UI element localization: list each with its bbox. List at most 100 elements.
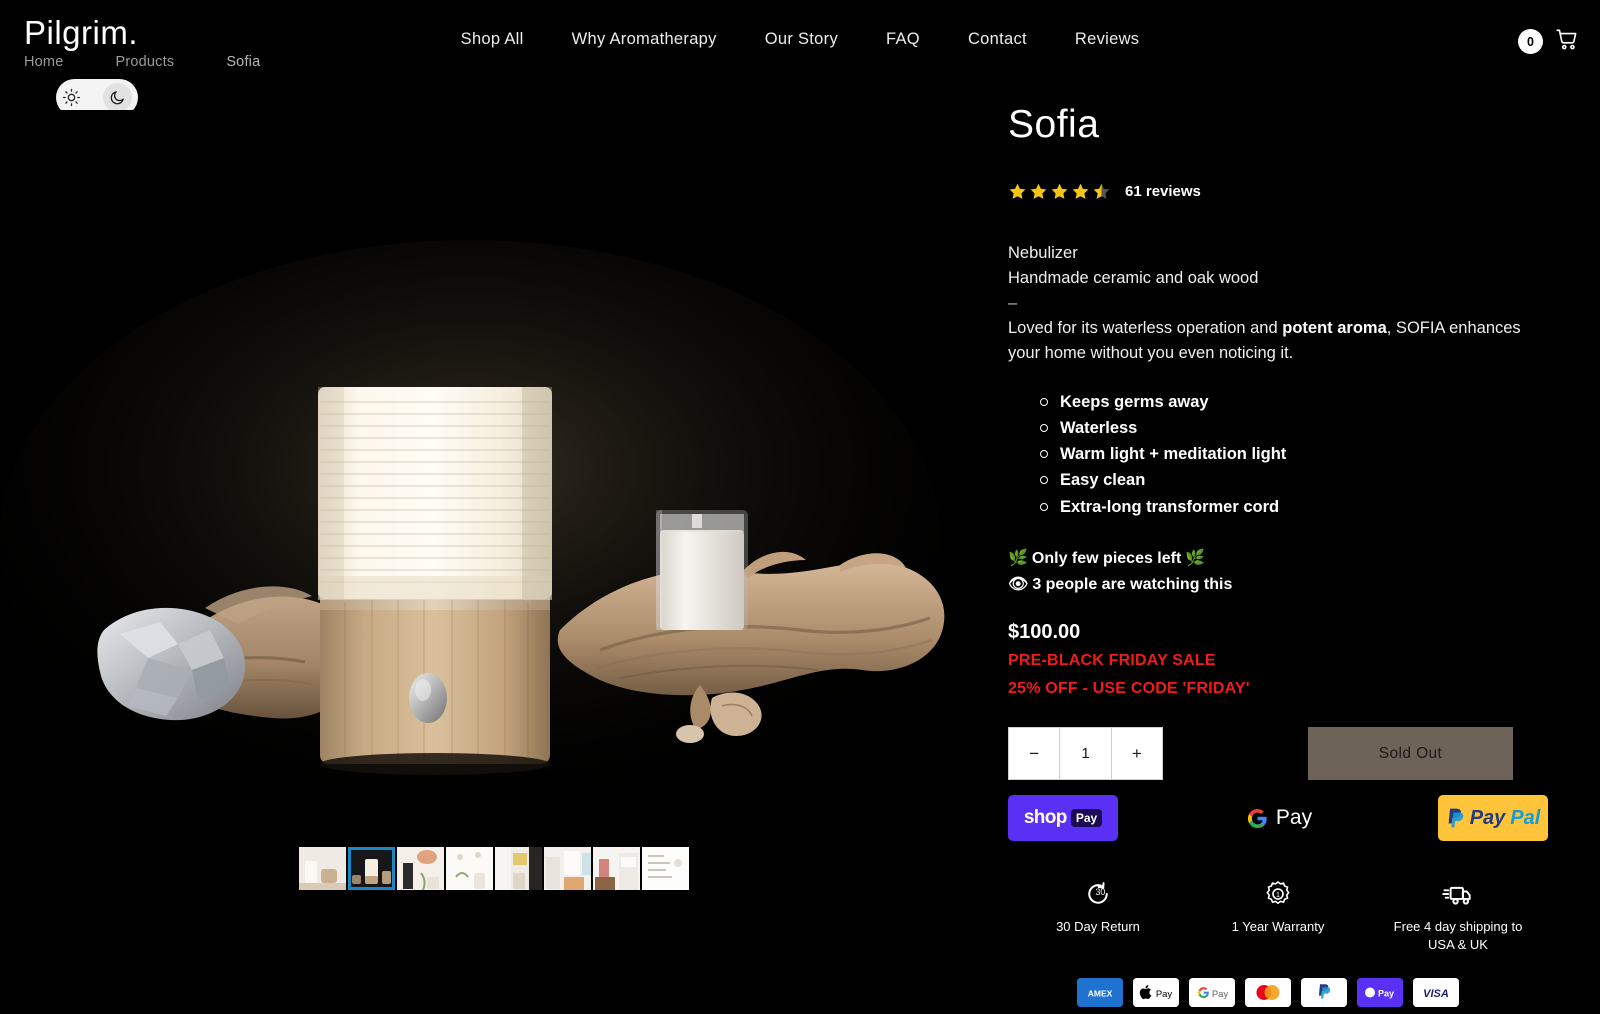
nav-our-story[interactable]: Our Story	[741, 30, 862, 49]
svg-text:30: 30	[1096, 887, 1106, 897]
delivery-truck-icon	[1442, 887, 1471, 905]
purchase-row: − 1 + Sold Out	[1008, 727, 1548, 781]
google-logo-icon	[1247, 808, 1267, 828]
paypal-label-part1: Pay	[1469, 806, 1506, 829]
shop-pay-word: shop	[1023, 807, 1068, 829]
shop-pay-button[interactable]: shop Pay	[1008, 795, 1118, 842]
product-info: Sofia 61 reviews Nebulizer Handmade cera…	[1008, 103, 1548, 1007]
reviews-count[interactable]: 61 reviews	[1125, 183, 1201, 200]
thumbnail-1[interactable]	[299, 847, 346, 890]
product-page: Pilgrim. Home Products Sofia Shop All Wh…	[0, 0, 1600, 1014]
breadcrumb-home[interactable]: Home	[24, 54, 63, 70]
thumbnail-5[interactable]	[495, 847, 542, 890]
paypal-label-part2: Pal	[1510, 806, 1541, 829]
theme-toggle-knob	[103, 83, 132, 112]
star-full-icon	[1030, 183, 1047, 199]
payment-icon-amex: AMEX	[1077, 977, 1123, 1007]
breadcrumb-products[interactable]: Products	[115, 54, 174, 70]
payment-icon-apple-pay: Pay	[1133, 977, 1179, 1007]
star-rating	[1008, 182, 1111, 201]
product-description: Nebulizer Handmade ceramic and oak wood …	[1008, 241, 1548, 366]
paypal-button[interactable]: Pay Pal	[1438, 795, 1548, 842]
watchers-message-text: 3 people are watching this	[1032, 575, 1233, 593]
description-line-2: Handmade ceramic and oak wood	[1008, 268, 1259, 287]
star-full-icon	[1051, 183, 1068, 199]
add-to-cart-button[interactable]: Sold Out	[1308, 727, 1513, 781]
list-item: Keeps germs away	[1040, 389, 1548, 415]
stock-message-text: Only few pieces left	[1031, 549, 1182, 567]
trust-badge-shipping: Free 4 day shipping to USA & UK	[1368, 879, 1548, 953]
cart-count-badge: 0	[1518, 29, 1543, 54]
product-gallery	[0, 110, 985, 890]
trust-badge-warranty-label: 1 Year Warranty	[1231, 919, 1325, 935]
list-item: Extra-long transformer cord	[1040, 494, 1548, 520]
quantity-value[interactable]: 1	[1060, 728, 1112, 780]
express-checkout-row: shop Pay Pay Pay Pal	[1008, 795, 1548, 842]
trust-badge-return: 30 30 Day Return	[1008, 879, 1188, 953]
trust-badge-return-label: 30 Day Return	[1056, 919, 1140, 935]
sun-icon	[62, 88, 81, 107]
cart-area[interactable]: 0	[1518, 26, 1580, 57]
product-price: $100.00	[1008, 621, 1081, 644]
nav-why-aromatherapy[interactable]: Why Aromatherapy	[548, 30, 741, 49]
list-item: Waterless	[1040, 415, 1548, 441]
nav-shop-all[interactable]: Shop All	[437, 30, 548, 49]
svg-text:Pay: Pay	[1156, 989, 1173, 1000]
star-half-icon	[1093, 183, 1110, 199]
return-30-icon: 30	[1088, 882, 1108, 905]
paypal-logo-icon	[1448, 808, 1463, 828]
star-full-icon	[1009, 183, 1026, 199]
thumbnail-7[interactable]	[593, 847, 640, 890]
nav-faq[interactable]: FAQ	[862, 30, 944, 49]
main-navigation: Shop All Why Aromatherapy Our Story FAQ …	[0, 30, 1600, 49]
feature-list: Keeps germs away Waterless Warm light + …	[1008, 389, 1548, 519]
description-body-before: Loved for its waterless operation and	[1008, 319, 1283, 338]
product-main-image[interactable]	[0, 110, 985, 830]
leaf-icon-left: 🌿	[1008, 549, 1028, 567]
trust-badges: 30 30 Day Return 1 1 Year Warranty Free …	[1008, 879, 1548, 953]
google-pay-button[interactable]: Pay	[1224, 795, 1334, 841]
payment-method-icons: AMEX Pay Pay Pay VISA	[1008, 977, 1548, 1007]
quantity-stepper[interactable]: − 1 +	[1008, 727, 1163, 781]
rating-row[interactable]: 61 reviews	[1008, 182, 1548, 201]
google-pay-label: Pay	[1275, 806, 1313, 830]
breadcrumb: Home Products Sofia	[24, 54, 260, 70]
payment-icon-visa: VISA	[1413, 977, 1459, 1007]
trust-badge-shipping-label: Free 4 day shipping to USA & UK	[1393, 919, 1523, 952]
quantity-increment-button[interactable]: +	[1112, 728, 1162, 779]
leaf-icon-right: 🌿	[1185, 549, 1206, 567]
star-full-icon	[1072, 183, 1089, 199]
nav-reviews[interactable]: Reviews	[1051, 30, 1163, 49]
description-body-bold: potent aroma	[1282, 319, 1387, 338]
svg-text:1: 1	[1276, 890, 1280, 899]
thumbnail-2[interactable]	[348, 847, 395, 890]
thumbnail-8[interactable]	[642, 847, 689, 890]
breadcrumb-sofia[interactable]: Sofia	[226, 54, 260, 70]
svg-text:Pay: Pay	[1212, 989, 1229, 1000]
payment-icon-google-pay: Pay	[1189, 977, 1235, 1007]
sale-banner-line-2: 25% OFF - USE CODE 'FRIDAY'	[1008, 680, 1250, 698]
description-divider: –	[1008, 294, 1018, 313]
shopping-cart-icon[interactable]	[1554, 26, 1580, 57]
warranty-badge-icon: 1	[1266, 881, 1290, 905]
thumbnail-6[interactable]	[544, 847, 591, 890]
quantity-decrement-button[interactable]: −	[1009, 728, 1061, 780]
sale-banner-line-1: PRE-BLACK FRIDAY SALE	[1008, 652, 1216, 670]
thumbnail-strip	[299, 847, 689, 890]
urgency-messages: 🌿 Only few pieces left 🌿 👁 3 people are …	[1008, 546, 1548, 598]
description-line-1: Nebulizer	[1008, 243, 1078, 262]
shop-pay-pill: Pay	[1070, 809, 1103, 828]
trust-badge-warranty: 1 1 Year Warranty	[1188, 879, 1368, 953]
product-title: Sofia	[1008, 103, 1100, 146]
thumbnail-3[interactable]	[397, 847, 444, 890]
payment-icon-paypal	[1301, 977, 1347, 1007]
svg-text:AMEX: AMEX	[1088, 988, 1113, 998]
svg-text:VISA: VISA	[1423, 988, 1449, 1000]
moon-icon	[109, 89, 126, 106]
svg-text:Pay: Pay	[1378, 988, 1394, 998]
stock-message: 🌿 Only few pieces left 🌿	[1008, 546, 1548, 572]
watchers-message: 👁 3 people are watching this	[1008, 572, 1548, 598]
list-item: Warm light + meditation light	[1040, 441, 1548, 467]
thumbnail-4[interactable]	[446, 847, 493, 890]
nav-contact[interactable]: Contact	[944, 30, 1051, 49]
